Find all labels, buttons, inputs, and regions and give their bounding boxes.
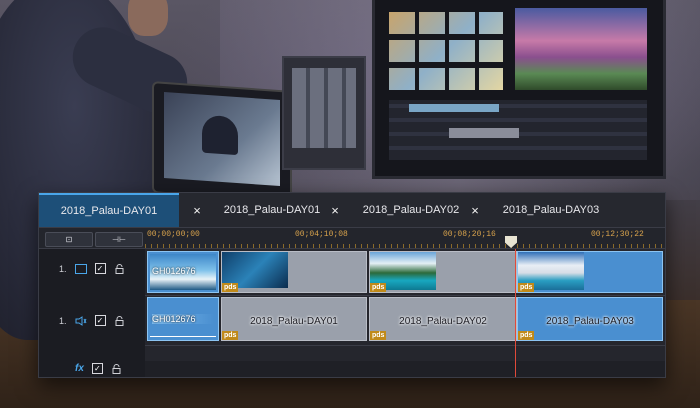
ruler-label: 00;08;20;16 xyxy=(443,230,496,239)
fx-track[interactable] xyxy=(145,361,665,377)
track-number: 1. xyxy=(59,315,67,326)
audio-clip-day02[interactable]: 2018_Palau-DAY02 pds xyxy=(369,297,517,341)
clip-title: 2018_Palau-DAY01 xyxy=(250,316,338,327)
ruler-label: 00;04;10;08 xyxy=(295,230,348,239)
background-laptop xyxy=(152,81,292,203)
split-icon-button[interactable]: ⊣⊢ xyxy=(95,232,143,247)
audio-icon xyxy=(75,315,87,326)
unlock-icon[interactable] xyxy=(114,263,126,274)
tab-day02[interactable]: 2018_Palau-DAY02 xyxy=(343,193,479,227)
audio-clip-day03[interactable]: 2018_Palau-DAY03 pds xyxy=(517,297,663,341)
ruler-label: 00;00;00;00 xyxy=(147,230,200,239)
background-monitor-small xyxy=(282,56,366,170)
timeline-ruler-row: ⊡ ⊣⊢ 00;00;00;00 00;04;10;08 00;08;20;16… xyxy=(39,228,665,249)
video-clip-day03[interactable]: pds xyxy=(517,251,663,293)
video-track-checkbox[interactable]: ✓ xyxy=(94,263,106,274)
pds-badge: pds xyxy=(370,283,387,292)
track-headers: 1. ✓ 1. ✓ fx ✓ xyxy=(39,249,146,377)
video-clip-day02[interactable]: pds xyxy=(369,251,517,293)
clip-title: 2018_Palau-DAY03 xyxy=(546,316,634,327)
playhead-line xyxy=(515,249,516,377)
track-divider xyxy=(145,345,665,346)
tab-close-icon[interactable]: × xyxy=(189,193,205,227)
clip-label: GH012676 xyxy=(152,266,196,276)
track-number: 1. xyxy=(59,263,67,274)
unlock-icon[interactable] xyxy=(114,315,126,326)
fx-track-checkbox[interactable]: ✓ xyxy=(91,363,103,374)
timeline-editor: 2018_Palau-DAY01 × 2018_Palau-DAY01 × 20… xyxy=(38,192,666,378)
tab-day03[interactable]: 2018_Palau-DAY03 xyxy=(483,193,619,227)
tracks-area[interactable]: GH012676 pds pds pds GH012676 2018_Palau… xyxy=(145,249,665,377)
fx-track-controls: fx ✓ xyxy=(75,363,123,374)
audio-clip-day01[interactable]: 2018_Palau-DAY01 pds xyxy=(221,297,367,341)
tab-day01-active[interactable]: 2018_Palau-DAY01 xyxy=(39,193,179,227)
video-clip-day01[interactable]: pds xyxy=(221,251,367,293)
pds-badge: pds xyxy=(222,331,239,340)
tab-close-icon[interactable]: × xyxy=(327,193,343,227)
volume-line xyxy=(150,336,216,337)
video-track-controls: 1. ✓ xyxy=(59,263,126,274)
ruler-label: 00;12;30;22 xyxy=(591,230,644,239)
video-clip-gh012676[interactable]: GH012676 xyxy=(147,251,219,293)
clip-label: GH012676 xyxy=(152,314,196,324)
clip-title: 2018_Palau-DAY02 xyxy=(399,316,487,327)
audio-track-checkbox[interactable]: ✓ xyxy=(94,315,106,326)
pds-badge: pds xyxy=(222,283,239,292)
video-icon xyxy=(74,263,87,274)
audio-track-controls: 1. ✓ xyxy=(59,315,126,326)
tab-day01[interactable]: 2018_Palau-DAY01 xyxy=(205,193,339,227)
pds-badge: pds xyxy=(518,331,535,340)
audio-clip-gh012676[interactable]: GH012676 xyxy=(147,297,219,341)
fit-timeline-button[interactable]: ⊡ xyxy=(45,232,93,247)
background-person-hand xyxy=(128,0,168,36)
project-tabs: 2018_Palau-DAY01 × 2018_Palau-DAY01 × 20… xyxy=(39,193,665,228)
track-divider xyxy=(145,295,665,296)
pds-badge: pds xyxy=(518,283,535,292)
background-monitor-main xyxy=(372,0,666,179)
pds-badge: pds xyxy=(370,331,387,340)
fx-icon: fx xyxy=(75,363,84,374)
unlock-icon[interactable] xyxy=(111,363,123,374)
timecode-ruler[interactable]: 00;00;00;00 00;04;10;08 00;08;20;16 00;1… xyxy=(145,228,665,248)
tab-close-icon[interactable]: × xyxy=(467,193,483,227)
